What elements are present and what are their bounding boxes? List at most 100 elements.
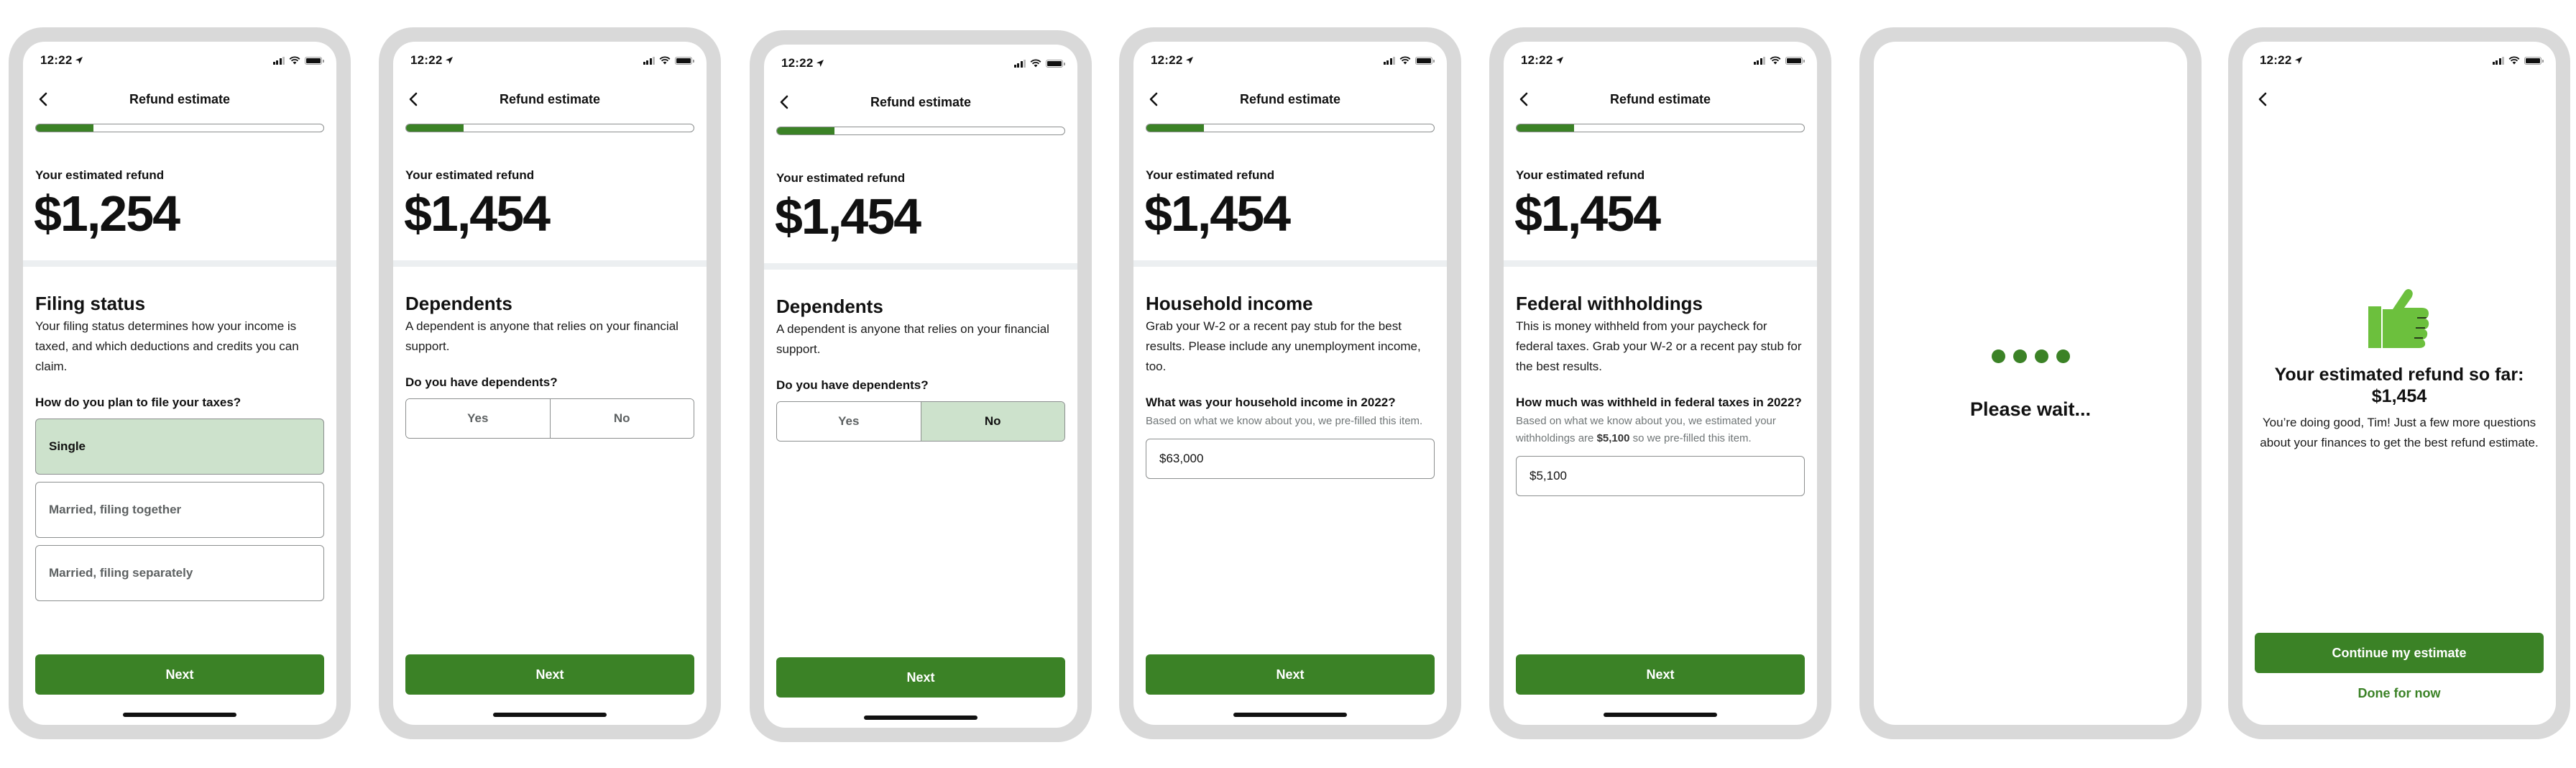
status-bar: 12:22	[1521, 53, 1805, 68]
yes-button[interactable]: Yes	[777, 402, 921, 441]
next-button[interactable]: Next	[35, 654, 324, 695]
dependents-section: Dependents A dependent is anyone that re…	[405, 292, 694, 439]
summary-title: Your estimated refund so far: $1,454	[2255, 364, 2544, 407]
progress-bar	[776, 127, 1065, 135]
location-arrow-icon	[446, 57, 454, 64]
yes-button[interactable]: Yes	[406, 399, 550, 438]
federal-withholdings-section: Federal withholdings This is money withh…	[1516, 292, 1805, 496]
option-married-together[interactable]: Married, filing together	[35, 482, 324, 538]
battery-icon	[1415, 56, 1435, 65]
refund-amount: $1,454	[1144, 186, 1291, 242]
question-label: What was your household income in 2022?	[1146, 396, 1396, 409]
nav-title: Refund estimate	[129, 92, 231, 106]
back-button[interactable]	[2253, 89, 2273, 109]
prefill-hint: Based on what we know about you, we esti…	[1516, 413, 1805, 447]
section-title: Household income	[1146, 293, 1313, 314]
status-time-wrap: 12:22	[40, 53, 83, 68]
section-description: Your filing status determines how your i…	[35, 319, 299, 373]
loading-dot	[1991, 349, 2005, 363]
loading-dot	[2034, 349, 2048, 363]
status-icons	[1383, 56, 1435, 65]
section-description: Grab your W-2 or a recent pay stub for t…	[1146, 319, 1421, 373]
battery-icon	[305, 56, 324, 65]
question-label: How do you plan to file your taxes?	[35, 396, 242, 409]
option-single[interactable]: Single	[35, 419, 324, 475]
location-arrow-icon	[1186, 57, 1194, 64]
nav-title: Refund estimate	[870, 95, 972, 109]
refund-amount: $1,254	[34, 186, 180, 242]
section-title: Federal withholdings	[1516, 293, 1703, 314]
progress-fill	[406, 124, 464, 132]
household-income-input[interactable]	[1146, 439, 1435, 479]
loading-dots-icon	[1874, 349, 2187, 363]
home-indicator	[1233, 713, 1347, 717]
status-time: 12:22	[2260, 53, 2292, 67]
nav-bar	[2242, 86, 2556, 112]
screen: 12:22 Refund estimate Your estimated ref…	[23, 42, 336, 725]
phone-dependents: 12:22 Refund estimate Your estimated ref…	[379, 27, 721, 739]
federal-withholding-input[interactable]	[1516, 456, 1805, 496]
nav-bar: Refund estimate	[1133, 86, 1447, 112]
phone-loading: Please wait...	[1859, 27, 2202, 739]
filing-status-section: Filing status Your filing status determi…	[35, 292, 324, 601]
option-label: Single	[49, 439, 86, 453]
status-time: 12:22	[410, 53, 443, 67]
section-title: Dependents	[776, 296, 883, 317]
question-label: Do you have dependents?	[776, 378, 929, 392]
screen: 12:22 Refund estimate Your estimated ref…	[764, 45, 1077, 728]
status-icons	[1753, 56, 1805, 65]
section-description: A dependent is anyone that relies on you…	[405, 319, 678, 353]
status-time-wrap: 12:22	[410, 53, 454, 68]
progress-bar	[35, 124, 324, 132]
loading-dot	[2056, 349, 2070, 363]
hint-text-end: so we pre-filled this item.	[1629, 432, 1752, 444]
chevron-left-icon	[2258, 92, 2267, 106]
refund-label: Your estimated refund	[1516, 168, 1645, 182]
status-time-wrap: 12:22	[781, 56, 824, 70]
done-for-now-link[interactable]: Done for now	[2242, 686, 2556, 701]
option-married-separately[interactable]: Married, filing separately	[35, 545, 324, 601]
location-arrow-icon	[1556, 57, 1564, 64]
section-title: Dependents	[405, 293, 512, 314]
battery-icon	[1046, 59, 1065, 68]
nav-bar: Refund estimate	[393, 86, 707, 112]
status-bar: 12:22	[2260, 53, 2544, 68]
refund-label: Your estimated refund	[35, 168, 165, 182]
next-button[interactable]: Next	[776, 657, 1065, 698]
refund-amount: $1,454	[1514, 186, 1661, 242]
summary-description: You’re doing good, Tim! Just a few more …	[2260, 416, 2539, 449]
section-divider	[764, 263, 1077, 270]
status-time-wrap: 12:22	[1151, 53, 1194, 68]
next-button[interactable]: Next	[1146, 654, 1435, 695]
nav-title: Refund estimate	[499, 92, 601, 106]
status-time: 12:22	[1521, 53, 1553, 67]
screen: 12:22 Refund estimate Your estimated ref…	[1504, 42, 1817, 725]
status-icons	[272, 56, 324, 65]
screen: 12:22 Refund estimate Your estimated ref…	[393, 42, 707, 725]
progress-bar	[1516, 124, 1805, 132]
phone-federal-withholdings: 12:22 Refund estimate Your estimated ref…	[1489, 27, 1831, 739]
wifi-icon	[1770, 56, 1781, 65]
progress-fill	[1517, 124, 1574, 132]
no-button[interactable]: No	[549, 399, 694, 438]
no-button[interactable]: No	[920, 402, 1064, 441]
home-indicator	[864, 716, 978, 720]
signal-icon	[643, 56, 655, 65]
status-bar: 12:22	[40, 53, 324, 68]
option-label: Married, filing separately	[49, 566, 193, 580]
question-label: How much was withheld in federal taxes i…	[1516, 396, 1802, 409]
next-button[interactable]: Next	[1516, 654, 1805, 695]
battery-icon	[675, 56, 694, 65]
section-divider	[393, 260, 707, 267]
continue-estimate-button[interactable]: Continue my estimate	[2255, 633, 2544, 673]
summary-amount: $1,454	[2371, 386, 2427, 406]
section-divider	[1504, 260, 1817, 267]
status-icons	[2492, 56, 2544, 65]
summary-title-line1: Your estimated refund so far:	[2274, 365, 2524, 385]
next-button[interactable]: Next	[405, 654, 694, 695]
battery-icon	[2524, 56, 2544, 65]
status-time: 12:22	[1151, 53, 1183, 67]
screen: Please wait...	[1874, 42, 2187, 725]
nav-title: Refund estimate	[1609, 92, 1711, 106]
screen: 12:22 Refund estimate Your estimated ref…	[1133, 42, 1447, 725]
